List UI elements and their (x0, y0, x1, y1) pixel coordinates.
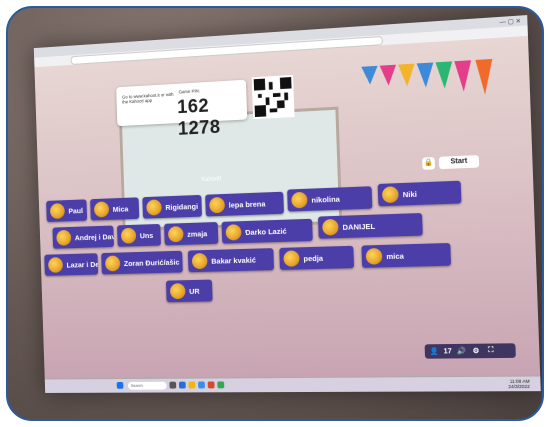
player-tile: Lazar i De (44, 253, 99, 276)
player-tile: pedja (279, 245, 355, 270)
players-icon: 👤 (429, 348, 439, 356)
fullscreen-icon[interactable]: ⛶ (485, 346, 496, 356)
duck-avatar-icon (191, 252, 208, 270)
projected-screen: — ▢ ✕ Go to www.kahoot.it or with the Ka… (33, 15, 541, 393)
task-view-icon[interactable] (169, 381, 177, 389)
edge-icon[interactable] (178, 381, 186, 389)
lobby-background: Go to www.kahoot.it or with the Kahoot! … (34, 35, 541, 380)
owl-avatar-icon (56, 229, 72, 246)
owl-avatar-icon (146, 199, 162, 216)
clock-date: 24/3/2022 (508, 383, 530, 390)
player-tile: Uns (116, 223, 161, 247)
windows-start-icon[interactable] (116, 381, 124, 389)
player-tile: Paul (46, 199, 88, 223)
join-info-box: Go to www.kahoot.it or with the Kahoot! … (116, 79, 248, 140)
office-icon[interactable] (207, 381, 215, 389)
join-instructions: Go to www.kahoot.it or with the Kahoot! … (121, 91, 174, 105)
bird-avatar-icon (104, 255, 121, 272)
taskbar-clock: 11:08 AM 24/3/2022 (508, 379, 530, 390)
king-avatar-icon (291, 191, 308, 209)
player-tile: UR (165, 279, 213, 303)
monkey-avatar-icon (225, 224, 242, 241)
chrome-icon[interactable] (217, 381, 225, 389)
player-count: 17 (443, 347, 452, 355)
window-controls[interactable]: — ▢ ✕ (499, 18, 521, 27)
fox-avatar-icon (209, 196, 226, 214)
photo-frame: — ▢ ✕ Go to www.kahoot.it or with the Ka… (6, 6, 544, 421)
cat-avatar-icon (93, 201, 110, 218)
player-tile: Andrej i David (52, 225, 114, 249)
start-button[interactable]: Start (438, 155, 480, 170)
taskbar-search[interactable]: Search (127, 381, 167, 390)
settings-icon[interactable]: ⚙ (471, 346, 482, 356)
pin-label: Game PIN: (178, 88, 201, 95)
penguin-avatar-icon (365, 248, 383, 265)
player-tile: Mica (90, 197, 140, 221)
cat-avatar-icon (169, 283, 186, 300)
fox-avatar-icon (381, 186, 399, 204)
player-tile: Niki (377, 180, 462, 207)
player-tile: mica (361, 242, 452, 268)
qr-code (251, 74, 295, 120)
player-tile: nikolina (287, 186, 373, 212)
store-icon[interactable] (198, 381, 205, 389)
dog-avatar-icon (283, 250, 300, 267)
cat-avatar-icon (120, 227, 137, 244)
qr-code-icon (254, 77, 291, 118)
player-tile: zmaja (164, 221, 219, 246)
player-tile: Rigidangi (142, 194, 203, 219)
player-tile: Bakar kvakić (187, 248, 275, 273)
bunting-decoration (351, 57, 520, 118)
bird-avatar-icon (49, 203, 65, 220)
lock-button[interactable]: 🔒 (422, 157, 436, 170)
player-tile: lepa brena (205, 191, 284, 217)
player-tile: Darko Lazić (221, 218, 313, 244)
owl-avatar-icon (167, 226, 184, 243)
volume-icon[interactable]: 🔊 (456, 346, 467, 356)
player-tile: Zoran Đurić/ašic (101, 250, 183, 275)
headphones-avatar-icon (322, 218, 339, 236)
lock-icon: 🔒 (423, 159, 434, 167)
player-tile: DANIJEL (317, 212, 423, 239)
lobby-controls: 👤 17 🔊 ⚙ ⛶ (424, 343, 516, 359)
game-pin: 162 1278 (176, 95, 221, 140)
taskbar: Search 11:08 AM 24/3/2022 (44, 375, 541, 393)
folder-icon[interactable] (188, 381, 196, 389)
king-avatar-icon (48, 257, 64, 273)
